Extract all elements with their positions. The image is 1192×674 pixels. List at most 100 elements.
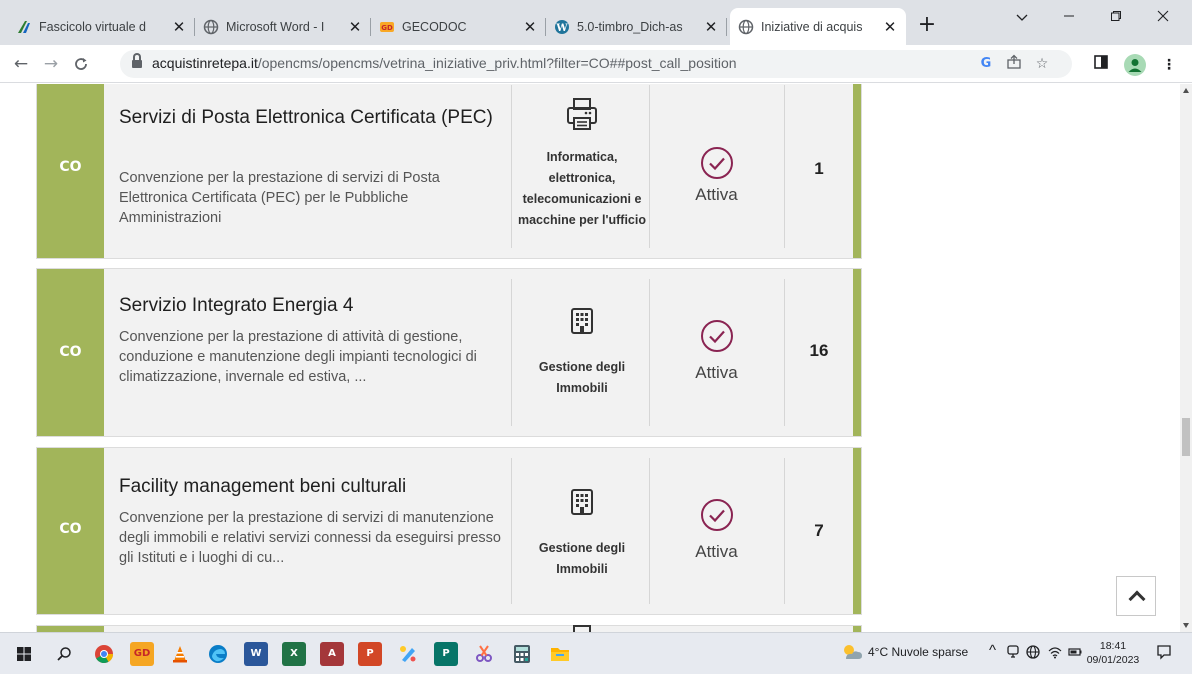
battery-icon[interactable]	[1068, 645, 1082, 662]
back-arrow-icon[interactable]: ←	[6, 49, 36, 79]
tab-title: Microsoft Word - I	[226, 19, 325, 34]
svg-text:GD: GD	[381, 24, 393, 32]
paint-icon[interactable]	[396, 642, 420, 666]
meet-icon[interactable]	[1006, 645, 1020, 662]
minimize-icon[interactable]	[1046, 0, 1092, 36]
system-clock[interactable]: 18:41 09/01/2023	[1086, 639, 1140, 667]
svg-text:G: G	[981, 56, 992, 70]
scroll-down-arrow-icon[interactable]	[1183, 623, 1189, 628]
restore-icon[interactable]	[1093, 0, 1139, 36]
divider	[511, 279, 512, 426]
tab-fascicolo[interactable]: Fascicolo virtuale d ✕	[8, 8, 195, 45]
profile-avatar-icon[interactable]	[1124, 54, 1146, 76]
close-icon[interactable]: ✕	[347, 18, 363, 36]
divider	[511, 458, 512, 604]
initiative-card[interactable]: CO Servizi di Posta Elettronica Certific…	[36, 84, 862, 259]
tab-title: Fascicolo virtuale d	[39, 19, 146, 34]
check-circle-icon	[649, 498, 784, 536]
calculator-icon[interactable]	[510, 642, 534, 666]
network-globe-icon[interactable]	[1026, 645, 1040, 662]
fascicolo-logo-icon	[16, 19, 32, 35]
weather-icon[interactable]	[840, 643, 864, 664]
weather-text[interactable]: 4°C Nuvole sparse	[868, 645, 968, 659]
tab-title: GECODOC	[402, 19, 467, 34]
close-icon[interactable]: ✕	[703, 18, 719, 36]
menu-kebab-icon[interactable]: ⋮	[1158, 54, 1180, 76]
forward-arrow-icon[interactable]: →	[36, 49, 66, 79]
card-type-code: CO	[59, 344, 82, 360]
wifi-icon[interactable]	[1048, 645, 1062, 662]
access-icon[interactable]: A	[320, 642, 344, 666]
gecodoc-logo-icon: GD	[379, 19, 395, 35]
card-count: 16	[809, 341, 829, 360]
tab-title: 5.0-timbro_Dich-as	[577, 19, 683, 34]
tab-gecodoc[interactable]: GD GECODOC ✕	[371, 8, 546, 45]
gecodoc-taskbar-icon[interactable]: GD	[130, 642, 154, 666]
card-status: Attiva	[695, 542, 738, 561]
card-type-code: CO	[59, 159, 82, 175]
card-status: Attiva	[695, 363, 738, 382]
bookmark-star-icon[interactable]: ☆	[1032, 54, 1052, 74]
publisher-icon[interactable]: P	[434, 642, 458, 666]
card-description: Convenzione per la prestazione di serviz…	[119, 170, 440, 226]
word-icon[interactable]: W	[244, 642, 268, 666]
card-description: Convenzione per la prestazione di attivi…	[119, 329, 477, 385]
address-bar[interactable]: acquistinretepa.it/opencms/opencms/vetri…	[120, 50, 1072, 78]
tab-title: Iniziative di acquis	[761, 19, 863, 34]
card-category: Informatica, elettronica, telecomunicazi…	[517, 150, 646, 227]
notifications-icon[interactable]	[1156, 644, 1172, 663]
chrome-icon[interactable]	[92, 642, 116, 666]
card-category: Gestione degli Immobili	[538, 360, 626, 395]
initiative-card[interactable]: CO Servizio Integrato Energia 4 Convenzi…	[36, 268, 862, 437]
vlc-icon[interactable]	[168, 642, 192, 666]
clock-time: 18:41	[1099, 640, 1127, 652]
url-text: acquistinretepa.it/opencms/opencms/vetri…	[152, 55, 737, 71]
tab-search-icon[interactable]	[999, 0, 1045, 36]
snip-tool-icon[interactable]	[472, 642, 496, 666]
chevron-up-icon[interactable]: ^	[989, 642, 996, 659]
card-title[interactable]: Servizi di Posta Elettronica Certificata…	[119, 105, 504, 131]
share-icon[interactable]	[1004, 54, 1024, 74]
tab-microsoft-word[interactable]: Microsoft Word - I ✕	[195, 8, 371, 45]
building-icon	[512, 307, 652, 339]
globe-icon	[203, 19, 219, 35]
building-icon	[512, 488, 652, 520]
reload-icon[interactable]	[66, 49, 96, 79]
card-title[interactable]: Facility management beni culturali	[119, 474, 504, 500]
powerpoint-icon[interactable]: P	[358, 642, 382, 666]
file-explorer-icon[interactable]	[548, 642, 572, 666]
initiative-card[interactable]	[36, 625, 862, 632]
wordpress-icon: W	[554, 19, 570, 35]
scrollbar-thumb[interactable]	[1182, 418, 1190, 456]
scroll-up-arrow-icon[interactable]	[1183, 88, 1189, 93]
svg-text:W: W	[555, 23, 568, 34]
edge-icon[interactable]	[206, 642, 230, 666]
globe-icon	[738, 19, 754, 35]
new-tab-button[interactable]: +	[913, 12, 941, 40]
card-accent-bar	[853, 84, 861, 258]
card-category: Gestione degli Immobili	[538, 541, 626, 576]
close-icon[interactable]: ✕	[171, 18, 187, 36]
close-icon[interactable]: ✕	[882, 18, 898, 36]
check-circle-icon	[649, 319, 784, 357]
card-count: 7	[814, 521, 824, 540]
check-circle-icon	[649, 146, 784, 184]
page-scrollbar[interactable]	[1180, 84, 1192, 632]
excel-icon[interactable]: X	[282, 642, 306, 666]
close-window-icon[interactable]	[1140, 0, 1186, 36]
back-to-top-button[interactable]	[1116, 576, 1156, 616]
side-panel-icon[interactable]	[1090, 54, 1112, 76]
google-translate-icon[interactable]: G	[976, 54, 996, 74]
tab-wordpress[interactable]: W 5.0-timbro_Dich-as ✕	[546, 8, 727, 45]
card-title[interactable]: Servizio Integrato Energia 4	[119, 293, 504, 319]
lock-icon	[132, 53, 142, 69]
initiative-card[interactable]: CO Facility management beni culturali Co…	[36, 447, 862, 615]
card-accent-bar	[853, 448, 861, 614]
tab-iniziative[interactable]: Iniziative di acquis ✕	[730, 8, 906, 45]
search-icon[interactable]	[52, 642, 76, 666]
close-icon[interactable]: ✕	[522, 18, 538, 36]
windows-start-icon[interactable]	[12, 642, 36, 666]
page-viewport: CO Servizi di Posta Elettronica Certific…	[0, 84, 1180, 632]
browser-toolbar: ← → acquistinretepa.it/opencms/opencms/v…	[0, 45, 1192, 83]
card-accent-bar	[853, 269, 861, 436]
